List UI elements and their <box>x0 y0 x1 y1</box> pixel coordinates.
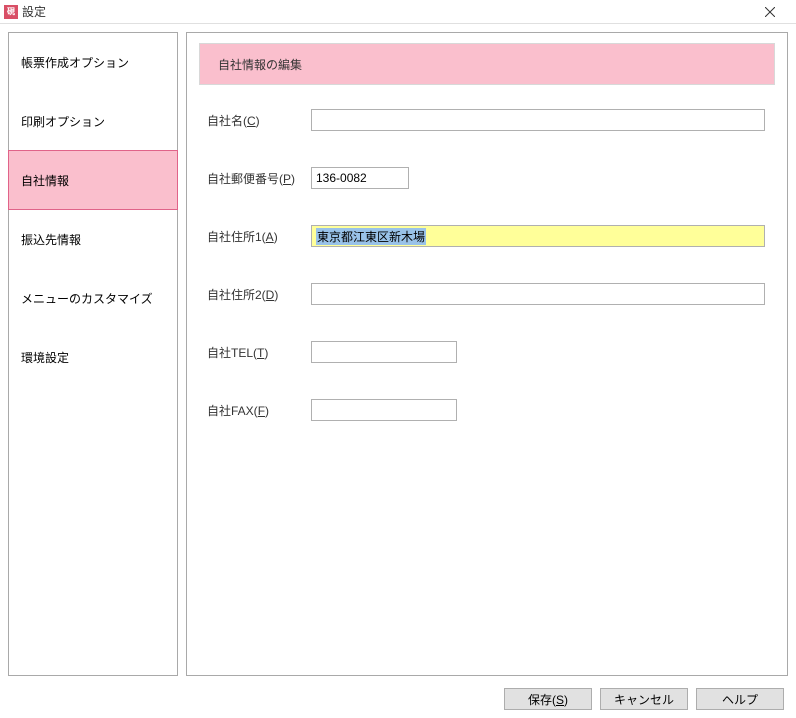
sidebar-item-environment[interactable]: 環境設定 <box>8 327 178 387</box>
input-company-name[interactable] <box>311 109 765 131</box>
row-postal: 自社郵便番号(P) <box>199 167 775 189</box>
input-postal[interactable] <box>311 167 409 189</box>
sidebar-item-label: 自社情報 <box>21 172 69 189</box>
row-fax: 自社FAX(F) <box>199 399 775 421</box>
row-tel: 自社TEL(T) <box>199 341 775 363</box>
input-fax[interactable] <box>311 399 457 421</box>
sidebar-item-label: 帳票作成オプション <box>21 54 129 71</box>
help-button[interactable]: ヘルプ <box>696 688 784 710</box>
panel-header: 自社情報の編集 <box>199 43 775 85</box>
sidebar: 帳票作成オプション 印刷オプション 自社情報 振込先情報 メニューのカスタマイズ… <box>8 32 178 676</box>
row-address1: 自社住所1(A) 東京都江東区新木場 <box>199 225 775 247</box>
sidebar-item-company-info[interactable]: 自社情報 <box>8 150 178 210</box>
label-fax: 自社FAX(F) <box>207 402 311 419</box>
label-postal: 自社郵便番号(P) <box>207 170 311 187</box>
cancel-button[interactable]: キャンセル <box>600 688 688 710</box>
main-panel: 自社情報の編集 自社名(C) 自社郵便番号(P) 自社住所1(A) 東京都江東区… <box>186 32 788 676</box>
sidebar-item-label: 環境設定 <box>21 349 69 366</box>
label-address2: 自社住所2(D) <box>207 286 311 303</box>
window-title: 設定 <box>22 3 46 20</box>
input-address2[interactable] <box>311 283 765 305</box>
row-address2: 自社住所2(D) <box>199 283 775 305</box>
label-company-name: 自社名(C) <box>207 112 311 129</box>
panel-header-title: 自社情報の編集 <box>218 56 302 73</box>
row-company-name: 自社名(C) <box>199 109 775 131</box>
app-icon: 硯 <box>4 5 18 19</box>
address1-selected-text: 東京都江東区新木場 <box>316 228 426 245</box>
sidebar-item-label: メニューのカスタマイズ <box>21 290 153 307</box>
sidebar-item-menu-customize[interactable]: メニューのカスタマイズ <box>8 268 178 328</box>
close-button[interactable] <box>750 1 790 23</box>
label-address1: 自社住所1(A) <box>207 228 311 245</box>
footer: 保存(S) キャンセル ヘルプ <box>0 684 796 718</box>
input-tel[interactable] <box>311 341 457 363</box>
sidebar-item-report-options[interactable]: 帳票作成オプション <box>8 32 178 92</box>
input-address1[interactable]: 東京都江東区新木場 <box>311 225 765 247</box>
sidebar-item-label: 振込先情報 <box>21 231 81 248</box>
label-tel: 自社TEL(T) <box>207 344 311 361</box>
close-icon <box>765 7 775 17</box>
sidebar-item-transfer-info[interactable]: 振込先情報 <box>8 209 178 269</box>
titlebar: 硯 設定 <box>0 0 796 24</box>
save-button[interactable]: 保存(S) <box>504 688 592 710</box>
sidebar-item-print-options[interactable]: 印刷オプション <box>8 91 178 151</box>
sidebar-item-label: 印刷オプション <box>21 113 105 130</box>
